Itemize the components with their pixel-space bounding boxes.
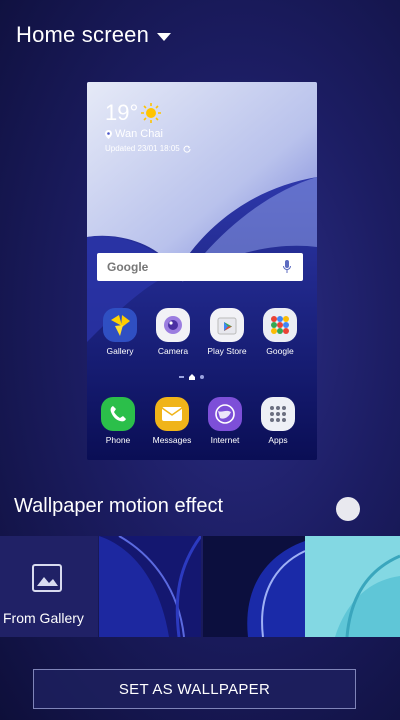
- messages-icon: [155, 397, 189, 431]
- image-icon: [32, 564, 62, 592]
- from-gallery-label: From Gallery: [3, 610, 84, 626]
- weather-updated: Updated 23/01 18:05: [105, 144, 191, 153]
- camera-icon: [156, 308, 190, 342]
- google-wordmark: Google: [107, 260, 149, 274]
- wallpaper-thumb-3[interactable]: [305, 536, 400, 637]
- sun-icon: [141, 103, 161, 123]
- wallpaper-preview: 19° Wan Chai Updated 23/01 18:05 Google …: [87, 82, 317, 460]
- gallery-icon: [103, 308, 137, 342]
- app-internet: Internet: [200, 397, 250, 445]
- wallpaper-thumbnails: From Gallery: [0, 536, 400, 637]
- refresh-icon: [183, 145, 191, 153]
- location-pin-icon: [105, 129, 112, 139]
- app-messages: Messages: [147, 397, 197, 445]
- weather-temperature: 19°: [105, 100, 139, 125]
- set-as-wallpaper-button[interactable]: SET AS WALLPAPER: [33, 669, 356, 709]
- apps-grid-icon: [261, 397, 295, 431]
- app-apps: Apps: [253, 397, 303, 445]
- page-indicator-lines: [179, 376, 184, 378]
- page-indicator-dot: [200, 375, 204, 379]
- motion-effect-toggle[interactable]: [336, 497, 360, 521]
- play-store-icon: [210, 308, 244, 342]
- page-indicator: [179, 374, 204, 380]
- from-gallery-tile[interactable]: From Gallery: [0, 536, 98, 637]
- app-gallery: Gallery: [95, 308, 145, 356]
- app-google-folder: Google: [255, 308, 305, 356]
- motion-effect-label: Wallpaper motion effect: [14, 495, 223, 517]
- header-title: Home screen: [16, 22, 150, 47]
- screen-selector-dropdown[interactable]: Home screen: [16, 22, 172, 48]
- app-phone: Phone: [93, 397, 143, 445]
- internet-icon: [208, 397, 242, 431]
- google-folder-icon: [263, 308, 297, 342]
- caret-down-icon: [157, 32, 172, 41]
- app-play-store: Play Store: [202, 308, 252, 356]
- weather-location: Wan Chai: [105, 128, 163, 140]
- google-search-bar: Google: [97, 253, 303, 281]
- wallpaper-thumb-2[interactable]: [203, 536, 305, 637]
- app-camera: Camera: [148, 308, 198, 356]
- home-page-icon: [189, 374, 195, 380]
- mic-icon: [283, 260, 291, 273]
- wallpaper-thumb-1[interactable]: [99, 536, 201, 637]
- phone-icon: [101, 397, 135, 431]
